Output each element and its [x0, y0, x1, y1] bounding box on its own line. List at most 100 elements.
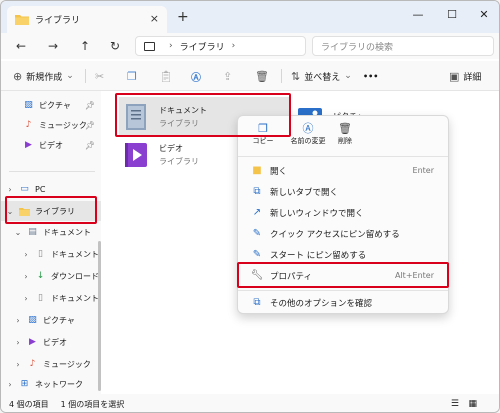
tiles-view-icon[interactable]: ▦ — [468, 399, 477, 409]
chevron-right-icon[interactable]: › — [13, 360, 23, 369]
new-button[interactable]: ⊕ 新規作成 ⌄ — [13, 68, 74, 84]
delete-button[interactable]: 🗑︎ 削除 — [322, 122, 368, 146]
documents-icon: ▤ — [28, 227, 37, 237]
more-options-button[interactable]: ••• — [363, 68, 378, 84]
paste-icon[interactable]: 📋︎ — [159, 68, 173, 84]
pictures-icon: ▨ — [24, 100, 33, 110]
title-bar: ライブラリ × + — ☐ ✕ — [1, 1, 499, 33]
sidebar-item-label: ネットワーク — [35, 379, 83, 389]
pin-icon: ✎ — [252, 228, 262, 239]
menu-item-open[interactable]: ■ 開く Enter — [244, 160, 444, 181]
minimize-button[interactable]: — — [403, 5, 433, 23]
sidebar-item-pictures-pinned[interactable]: ▨ ピクチャ 📌︎ — [1, 95, 101, 115]
sidebar-item-downloads[interactable]: › ↓ ダウンロード — [1, 266, 101, 286]
document-icon: ▯ — [38, 249, 43, 259]
close-button[interactable]: ✕ — [469, 5, 499, 23]
sort-button[interactable]: ⇅ 並べ替え ⌄ — [291, 68, 352, 84]
address-bar[interactable]: › ライブラリ › — [135, 36, 306, 56]
menu-item-open-new-window[interactable]: ↗ 新しいウィンドウで開く — [244, 202, 444, 223]
more-options-icon: ⧉ — [253, 297, 261, 308]
breadcrumb-libraries[interactable]: ライブラリ — [180, 40, 225, 53]
refresh-button[interactable]: ↻ — [107, 38, 123, 54]
chevron-right-icon[interactable]: › — [21, 272, 31, 281]
details-label: 詳細 — [463, 72, 482, 83]
chevron-down-icon: ⌄ — [344, 71, 352, 81]
sort-icon: ⇅ — [291, 69, 301, 83]
forward-button[interactable]: → — [45, 38, 61, 54]
sidebar-item-music-pinned[interactable]: ♪ ミュージック 📌︎ — [1, 115, 101, 135]
navigation-pane: ▨ ピクチャ 📌︎ ♪ ミュージック 📌︎ ▶ ビデオ 📌︎ › ▭ PC ⌄ … — [1, 91, 101, 394]
new-tab-icon: ⧉ — [253, 186, 261, 197]
toolbar-divider — [85, 69, 86, 83]
cut-icon[interactable]: ✂ — [95, 68, 104, 84]
maximize-button[interactable]: ☐ — [437, 5, 467, 23]
share-icon[interactable]: ⇪ — [223, 68, 232, 84]
search-placeholder: ライブラリの検索 — [321, 42, 394, 53]
chevron-right-icon[interactable]: › — [5, 380, 15, 389]
sidebar-item-videos-pinned[interactable]: ▶ ビデオ 📌︎ — [1, 135, 101, 155]
sidebar-item-label: ドキュメント — [51, 249, 99, 259]
menu-item-label: スタート にピン留めする — [270, 250, 367, 261]
sidebar-item-network[interactable]: › ⊞ ネットワーク — [1, 374, 101, 394]
pictures-icon: ▨ — [28, 315, 37, 325]
chevron-right-icon[interactable]: › — [5, 185, 15, 194]
sidebar-item-documents[interactable]: ⌄ ▤ ドキュメント — [1, 222, 101, 242]
sidebar-item-doc-child[interactable]: › ▯ ドキュメント — [1, 244, 101, 264]
tab-title: ライブラリ — [35, 16, 81, 26]
sidebar-item-pictures[interactable]: › ▨ ピクチャ — [1, 310, 101, 330]
menu-item-label: その他のオプションを確認 — [270, 298, 373, 309]
highlight-properties — [237, 262, 449, 288]
up-button[interactable]: ↑ — [77, 38, 93, 54]
chevron-right-icon[interactable]: › — [13, 316, 23, 325]
status-bar: 4 個の項目 1 個の項目を選択 ☰ ▦ — [1, 394, 499, 412]
file-item-videos[interactable]: ビデオ ライブラリ — [123, 135, 243, 175]
highlight-documents — [115, 93, 291, 137]
chevron-right-icon[interactable]: › — [13, 338, 23, 347]
sidebar-item-videos[interactable]: › ▶ ビデオ — [1, 332, 101, 352]
file-type: ライブラリ — [159, 157, 199, 166]
menu-item-more-options[interactable]: ⧉ その他のオプションを確認 — [244, 292, 444, 313]
highlight-libraries — [5, 196, 97, 224]
toolbar-divider — [281, 69, 282, 83]
menu-item-shortcut: Enter — [412, 166, 434, 175]
breadcrumb-chevron-icon[interactable]: › — [232, 41, 236, 51]
sidebar-item-music[interactable]: › ♪ ミュージック — [1, 354, 101, 374]
sidebar-item-label: ドキュメント — [51, 293, 99, 303]
details-view-icon[interactable]: ☰ — [451, 399, 459, 409]
rename-icon[interactable]: Ⓐ — [191, 68, 201, 84]
pin-icon[interactable]: 📌︎ — [85, 121, 95, 130]
folder-icon: ■ — [252, 165, 262, 176]
tab-close-icon[interactable]: × — [150, 12, 159, 25]
chevron-right-icon[interactable]: › — [21, 250, 31, 259]
pc-icon: ▭ — [20, 184, 29, 194]
menu-item-label: 新しいウィンドウで開く — [270, 208, 364, 219]
pin-icon[interactable]: 📌︎ — [85, 141, 95, 150]
new-label: 新規作成 — [26, 72, 63, 83]
chevron-down-icon[interactable]: ⌄ — [13, 228, 23, 237]
document-icon: ▯ — [38, 293, 43, 303]
sidebar-item-doc-child[interactable]: › ▯ ドキュメント — [1, 288, 101, 308]
sidebar-item-label: ビデオ — [43, 337, 67, 347]
delete-icon[interactable]: 🗑︎ — [255, 68, 269, 84]
sidebar-item-label: PC — [35, 184, 46, 194]
videos-icon: ▶ — [29, 337, 36, 347]
search-input[interactable]: ライブラリの検索 — [312, 36, 494, 56]
pin-icon[interactable]: 📌︎ — [85, 101, 95, 110]
details-button[interactable]: ▣ 詳細 — [449, 68, 481, 84]
copy-icon[interactable]: ❐ — [127, 68, 137, 84]
back-button[interactable]: ← — [13, 38, 29, 54]
sidebar-item-label: ドキュメント — [43, 227, 91, 237]
sort-label: 並べ替え — [304, 72, 341, 83]
menu-item-pin-quick-access[interactable]: ✎ クイック アクセスにピン留めする — [244, 223, 444, 244]
address-row: ← → ↑ ↻ › ライブラリ › ライブラリの検索 — [1, 33, 499, 59]
file-explorer-window: ライブラリ × + — ☐ ✕ ← → ↑ ↻ › ライブラリ › ライブラリの… — [0, 0, 500, 413]
sidebar-divider — [9, 171, 95, 172]
delete-label: 削除 — [338, 137, 352, 145]
tab-libraries[interactable]: ライブラリ × — [7, 6, 167, 33]
monitor-icon — [144, 41, 155, 51]
menu-item-open-new-tab[interactable]: ⧉ 新しいタブで開く — [244, 181, 444, 202]
external-window-icon: ↗ — [252, 207, 262, 218]
new-tab-button[interactable]: + — [177, 9, 189, 25]
chevron-right-icon[interactable]: › — [21, 294, 31, 303]
pin-icon: ✎ — [252, 249, 262, 260]
